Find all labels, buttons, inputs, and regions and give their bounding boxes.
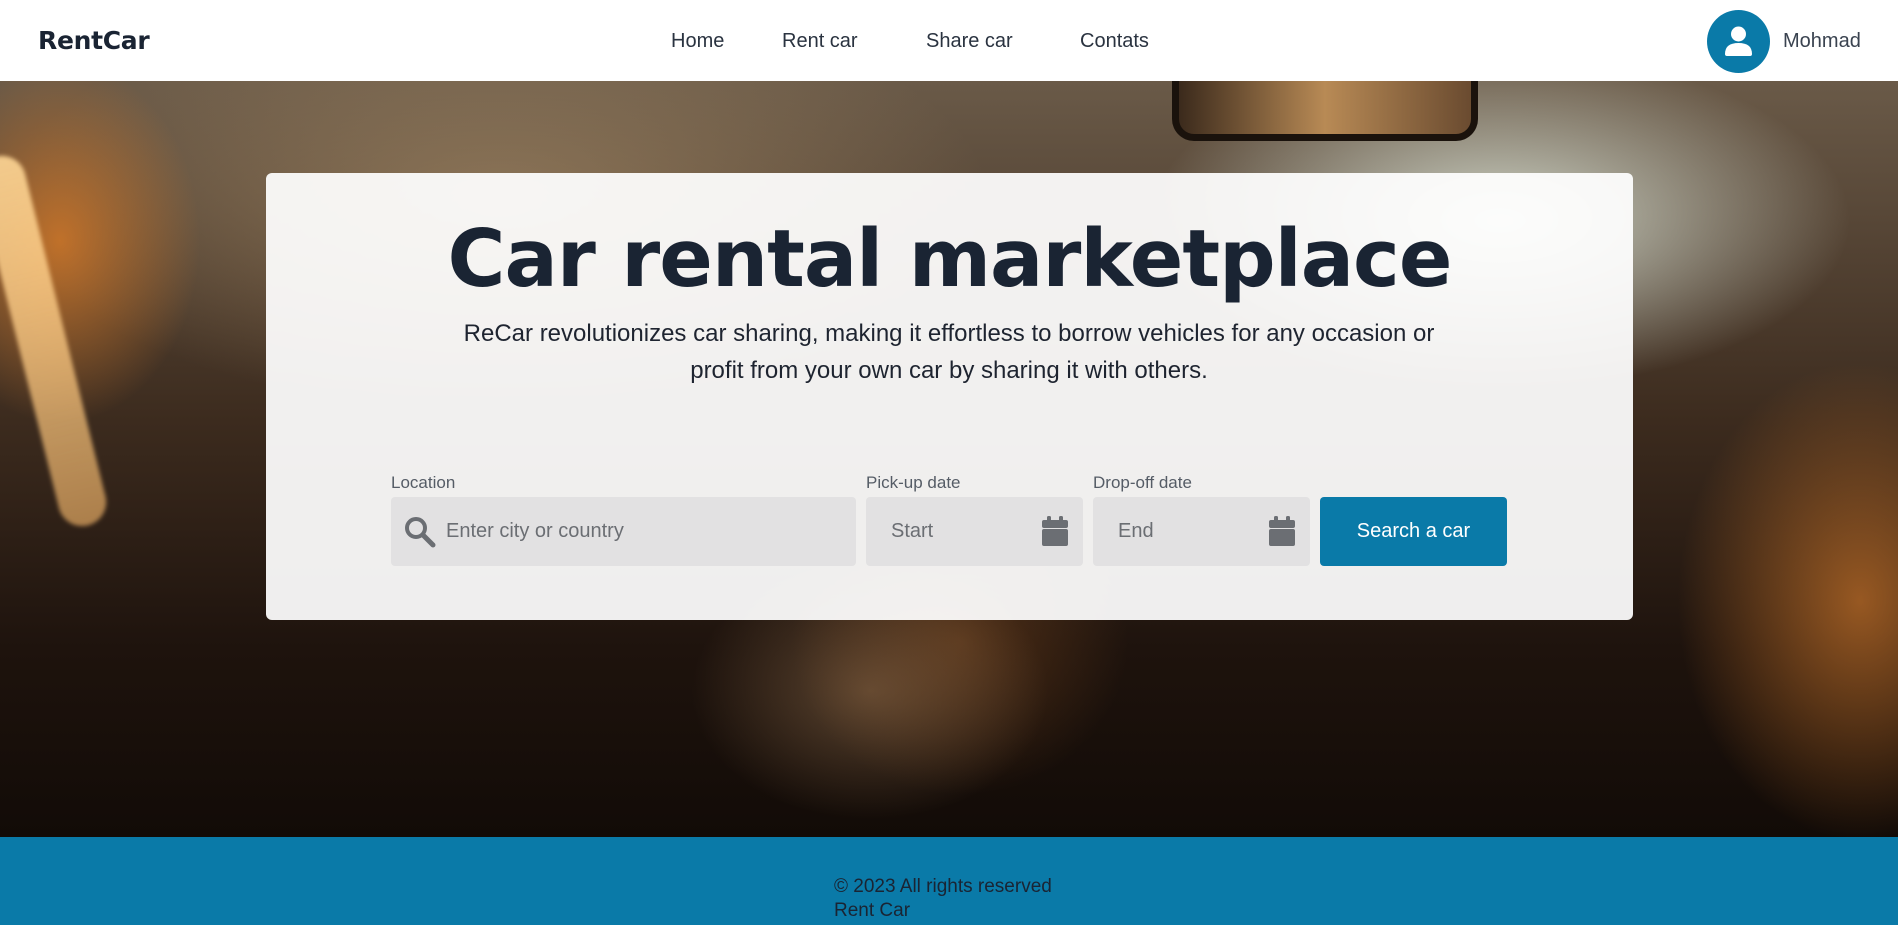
nav-contacts[interactable]: Contats xyxy=(1080,30,1149,53)
hero-subtitle: ReCar revolutionizes car sharing, making… xyxy=(463,320,1435,384)
background-light-streak xyxy=(0,150,112,532)
dropoff-date-input[interactable] xyxy=(1118,497,1268,566)
calendar-icon[interactable] xyxy=(1268,515,1296,547)
avatar[interactable] xyxy=(1707,9,1770,73)
location-field[interactable] xyxy=(391,497,856,566)
search-card: Car rental marketplace ReCar revolutioni… xyxy=(266,173,1633,620)
search-icon xyxy=(405,517,436,548)
search-car-button[interactable]: Search a car xyxy=(1320,497,1507,566)
location-label: Location xyxy=(391,473,456,492)
dropoff-date-field[interactable] xyxy=(1093,497,1310,566)
location-input[interactable] xyxy=(446,497,846,566)
nav-rent-car[interactable]: Rent car xyxy=(782,30,858,53)
page-title: Car rental marketplace xyxy=(447,213,1453,305)
user-menu[interactable]: Mohmad xyxy=(1707,9,1861,73)
hero-section: Car rental marketplace ReCar revolutioni… xyxy=(0,81,1898,837)
dropoff-date-label: Drop-off date xyxy=(1093,473,1192,492)
username: Mohmad xyxy=(1783,29,1861,52)
footer-brand: Rent Car xyxy=(834,900,911,921)
pickup-date-field[interactable] xyxy=(866,497,1083,566)
top-navbar: RentCar Home Rent car Share car Contats … xyxy=(0,0,1898,81)
nav-share-car[interactable]: Share car xyxy=(926,30,1013,53)
pickup-date-label: Pick-up date xyxy=(866,473,961,492)
nav-home[interactable]: Home xyxy=(671,30,724,53)
user-icon xyxy=(1725,26,1752,56)
background-rearview-mirror xyxy=(1172,81,1478,141)
calendar-icon[interactable] xyxy=(1041,515,1069,547)
footer-copyright: © 2023 All rights reserved xyxy=(834,876,1052,897)
brand-logo[interactable]: RentCar xyxy=(38,26,150,55)
pickup-date-input[interactable] xyxy=(891,497,1041,566)
footer: © 2023 All rights reserved Rent Car xyxy=(0,837,1898,925)
